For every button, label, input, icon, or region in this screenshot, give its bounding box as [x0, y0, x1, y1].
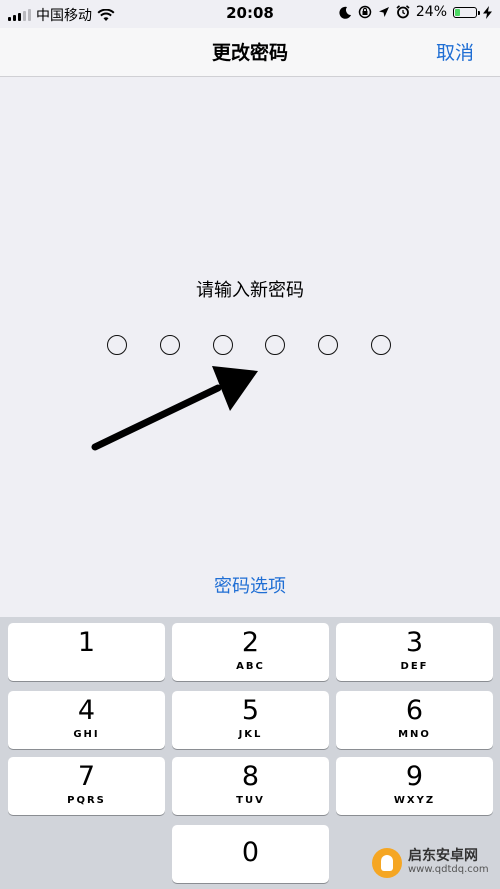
key-letters: PQRS — [67, 795, 106, 806]
key-6[interactable]: 6 MNO — [336, 691, 493, 749]
key-3[interactable]: 3 DEF — [336, 623, 493, 681]
key-digit: 0 — [241, 837, 260, 868]
key-letters: MNO — [398, 729, 431, 740]
battery-fill — [455, 8, 460, 16]
passcode-dot — [159, 335, 180, 355]
passcode-dot — [370, 335, 391, 355]
nav-bar: 更改密码 取消 — [0, 28, 500, 77]
watermark-name: 启东安卓网 — [408, 848, 478, 864]
passcode-prompt: 请输入新密码 — [196, 280, 304, 301]
passcode-dots — [107, 335, 391, 355]
location-icon — [378, 7, 389, 17]
key-letters: WXYZ — [393, 795, 436, 806]
moon-icon — [339, 6, 351, 19]
passcode-dot — [107, 335, 127, 355]
key-digit: 4 — [77, 695, 96, 726]
key-digit: 8 — [241, 761, 260, 792]
key-digit: 7 — [77, 761, 96, 792]
key-digit: 2 — [241, 627, 260, 658]
battery-icon — [453, 6, 480, 18]
status-right: 24% — [339, 4, 492, 20]
rotation-lock-icon — [358, 5, 372, 19]
watermark-logo-icon — [372, 848, 402, 878]
status-bar: 中国移动 20:08 24% — [0, 0, 500, 28]
key-letters: JKL — [238, 729, 263, 740]
key-0[interactable]: 0 — [172, 825, 329, 883]
alarm-icon — [396, 5, 410, 19]
key-4[interactable]: 4 GHI — [8, 691, 165, 749]
key-letters: GHI — [73, 729, 100, 740]
page-title: 更改密码 — [211, 42, 288, 64]
key-7[interactable]: 7 PQRS — [8, 757, 165, 815]
watermark-url: www.qdtdq.com — [408, 864, 489, 875]
key-8[interactable]: 8 TUV — [172, 757, 329, 815]
watermark-text: 启东安卓网 www.qdtdq.com — [408, 849, 489, 877]
key-letters: ABC — [236, 661, 265, 672]
key-2[interactable]: 2 ABC — [172, 623, 329, 681]
passcode-dot — [212, 335, 233, 355]
key-digit: 6 — [405, 695, 424, 726]
passcode-dot — [318, 335, 339, 355]
key-letters: TUV — [236, 795, 265, 806]
key-9[interactable]: 9 WXYZ — [336, 757, 493, 815]
key-1[interactable]: 1 — [8, 623, 165, 681]
key-letters: DEF — [400, 661, 429, 672]
key-digit: 1 — [77, 627, 96, 658]
key-digit: 9 — [405, 761, 424, 792]
watermark: 启东安卓网 www.qdtdq.com — [372, 848, 489, 878]
key-digit: 3 — [405, 627, 424, 658]
key-5[interactable]: 5 JKL — [172, 691, 329, 749]
key-digit: 5 — [241, 695, 260, 726]
passcode-dot — [265, 335, 286, 355]
battery-percent: 24% — [415, 4, 447, 20]
cancel-button[interactable]: 取消 — [436, 38, 474, 65]
passcode-options-link[interactable]: 密码选项 — [0, 572, 500, 598]
charging-icon — [483, 5, 492, 19]
